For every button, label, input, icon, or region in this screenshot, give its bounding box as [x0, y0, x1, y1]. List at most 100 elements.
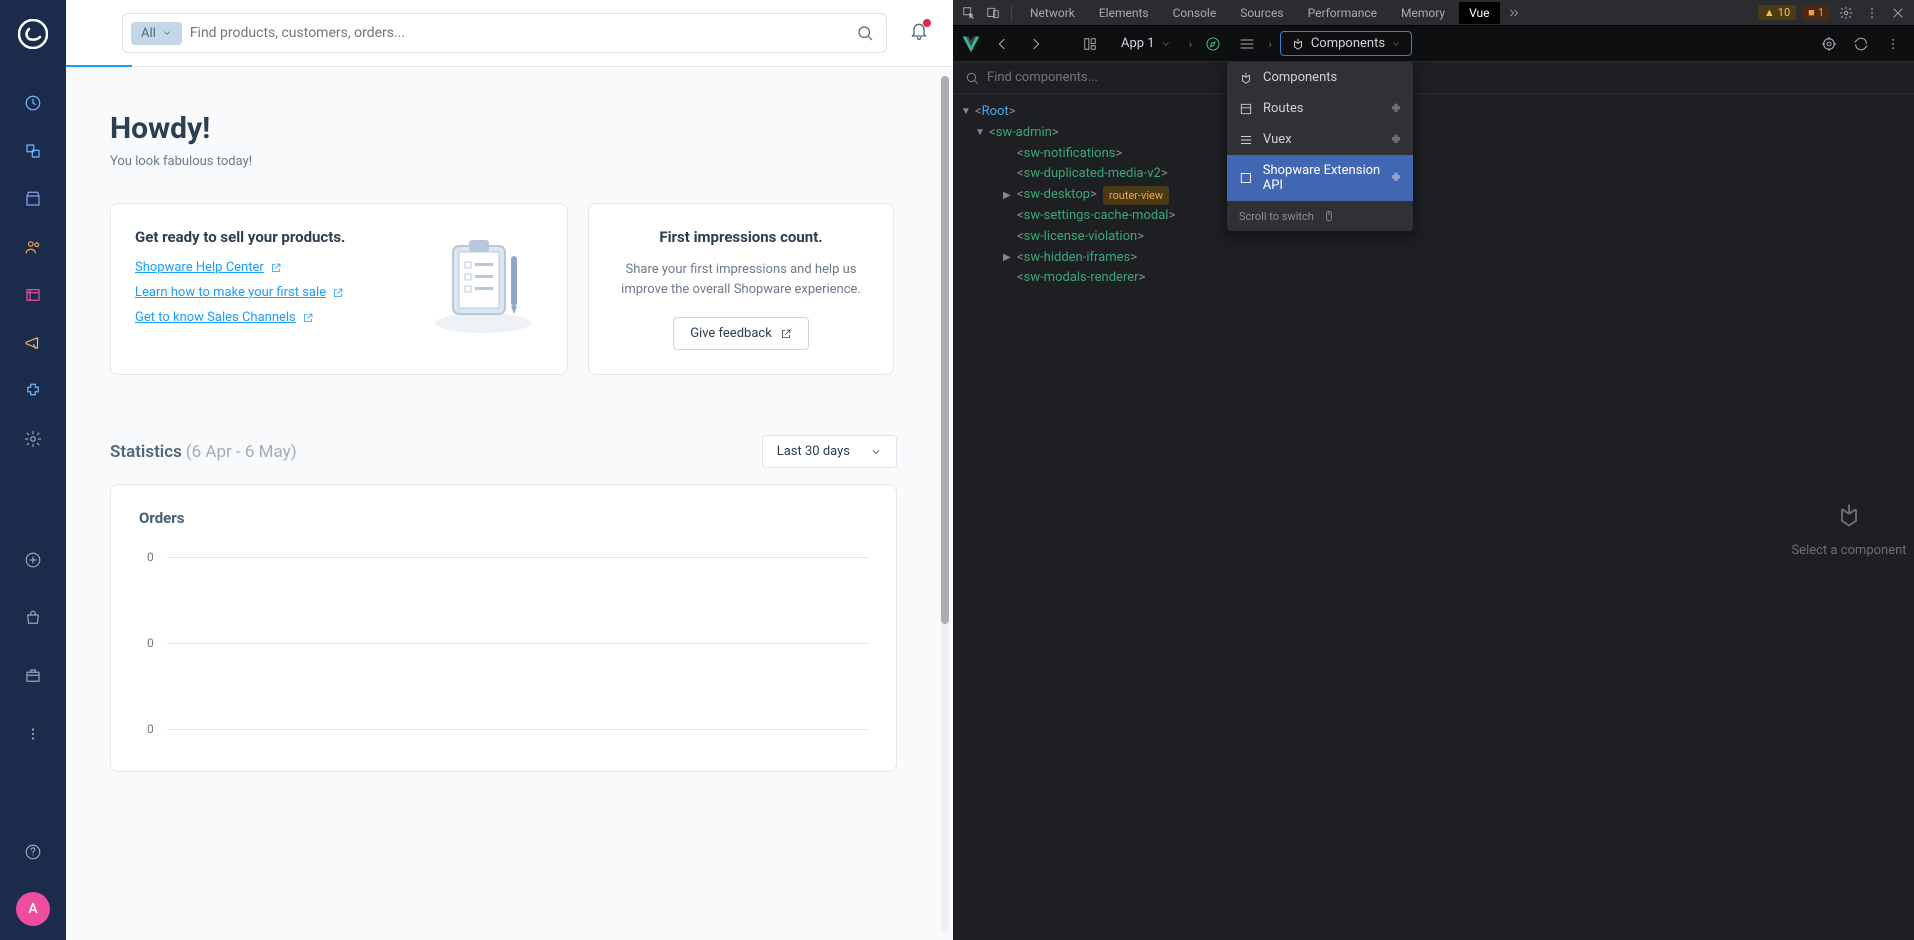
gridline: [167, 729, 868, 730]
search-bar: All: [122, 13, 887, 53]
tree-node[interactable]: <sw-license-violation>: [957, 227, 1910, 248]
topbar: All: [66, 0, 953, 67]
components-icon: [1291, 37, 1305, 51]
external-link-icon: [332, 287, 344, 299]
inspect-element-icon[interactable]: [959, 6, 979, 20]
y-tick: 0: [147, 636, 154, 650]
tree-node[interactable]: ▶<sw-desktop>router-view: [957, 185, 1910, 206]
more-tabs-icon[interactable]: [1504, 7, 1524, 19]
search-input[interactable]: [190, 25, 848, 41]
link-sales-channels[interactable]: Get to know Sales Channels: [135, 310, 403, 325]
sidebar-item-sales[interactable]: [15, 658, 51, 694]
inspector-selector[interactable]: Components: [1280, 31, 1412, 56]
dropdown-item-routes[interactable]: Routes: [1227, 93, 1413, 124]
sidebar-item-help[interactable]: [15, 834, 51, 870]
device-toggle-icon[interactable]: [983, 6, 1003, 20]
warnings-badge[interactable]: ▲ 10: [1758, 5, 1796, 20]
link-label: Learn how to make your first sale: [135, 285, 326, 300]
admin-sidebar: A: [0, 0, 66, 940]
dropdown-item-components[interactable]: Components: [1227, 62, 1413, 93]
devtools-tabs: Network Elements Console Sources Perform…: [953, 0, 1914, 26]
node-name: sw-admin: [996, 123, 1052, 144]
footer-label: Scroll to switch: [1239, 210, 1314, 223]
tree-node[interactable]: <sw-modals-renderer>: [957, 268, 1910, 289]
sidebar-nav: [15, 85, 51, 457]
search-icon[interactable]: [856, 24, 874, 42]
more-icon[interactable]: [1862, 6, 1882, 20]
app-selector[interactable]: App 1: [1111, 32, 1181, 55]
sidebar-item-catalogues[interactable]: [15, 133, 51, 169]
notification-badge: [923, 19, 931, 27]
sidebar-bottom: A: [15, 542, 51, 926]
admin-main: All Howdy! You look fabulous today! Get …: [66, 0, 953, 940]
sidebar-item-add[interactable]: [15, 542, 51, 578]
tab-console[interactable]: Console: [1163, 2, 1227, 24]
gridline: [167, 557, 868, 558]
link-first-sale[interactable]: Learn how to make your first sale: [135, 285, 403, 300]
dropdown-item-shopware-api[interactable]: Shopware Extension API: [1227, 155, 1413, 201]
close-icon[interactable]: [1888, 6, 1908, 20]
sidebar-item-more[interactable]: [15, 716, 51, 752]
sidebar-item-extensions[interactable]: [15, 373, 51, 409]
breadcrumb-chevron: ›: [1189, 37, 1193, 51]
issues-badge[interactable]: ■ 1: [1802, 5, 1830, 20]
tree-node-admin[interactable]: ▼<sw-admin>: [957, 123, 1910, 144]
external-link-icon: [270, 262, 282, 274]
app-selector-icon[interactable]: [1077, 31, 1103, 57]
inspector-compass-icon[interactable]: [1200, 31, 1226, 57]
give-feedback-button[interactable]: Give feedback: [673, 317, 809, 350]
tab-memory[interactable]: Memory: [1391, 2, 1455, 24]
forward-button[interactable]: [1023, 31, 1049, 57]
link-help-center[interactable]: Shopware Help Center: [135, 260, 403, 275]
tree-node-root[interactable]: ▼<Root>: [957, 102, 1910, 123]
settings-icon[interactable]: [1836, 6, 1856, 20]
scrollbar-thumb[interactable]: [941, 76, 949, 624]
button-label: Give feedback: [690, 326, 772, 341]
tree-node[interactable]: <sw-duplicated-media-v2>: [957, 164, 1910, 185]
components-icon: [1239, 71, 1253, 85]
link-label: Shopware Help Center: [135, 260, 264, 275]
tree-node[interactable]: ▶<sw-hidden-iframes>: [957, 248, 1910, 269]
tree-node[interactable]: <sw-notifications>: [957, 144, 1910, 165]
tab-vue[interactable]: Vue: [1459, 2, 1499, 24]
tab-sources[interactable]: Sources: [1230, 2, 1293, 24]
item-label: Components: [1263, 70, 1337, 85]
y-tick: 0: [147, 550, 154, 564]
sidebar-item-shop[interactable]: [15, 600, 51, 636]
component-search-input[interactable]: [987, 70, 1902, 85]
back-button[interactable]: [989, 31, 1015, 57]
chevron-down-icon: [870, 446, 882, 458]
sidebar-item-marketing[interactable]: [15, 325, 51, 361]
tab-elements[interactable]: Elements: [1089, 2, 1159, 24]
search-icon: [965, 71, 979, 85]
sidebar-item-dashboard[interactable]: [15, 85, 51, 121]
card-get-ready: Get ready to sell your products. Shopwar…: [110, 203, 568, 375]
user-avatar[interactable]: A: [16, 892, 50, 926]
sidebar-item-content[interactable]: [15, 277, 51, 313]
tab-performance[interactable]: Performance: [1298, 2, 1387, 24]
sidebar-item-settings[interactable]: [15, 421, 51, 457]
search-filter-dropdown[interactable]: All: [131, 22, 182, 45]
dropdown-item-vuex[interactable]: Vuex: [1227, 124, 1413, 155]
external-link-icon: [302, 312, 314, 324]
component-tree: ▼<Root> ▼<sw-admin> <sw-notifications><s…: [953, 94, 1914, 297]
content-scrollbar[interactable]: [941, 76, 949, 932]
tree-node[interactable]: <sw-settings-cache-modal>: [957, 206, 1910, 227]
stats-title: Statistics: [110, 442, 182, 462]
card-text: Share your first impressions and help us…: [613, 260, 869, 299]
divider: [1011, 5, 1012, 21]
tab-network[interactable]: Network: [1020, 2, 1085, 24]
warnings-count: 10: [1778, 6, 1790, 19]
refresh-icon[interactable]: [1848, 31, 1874, 57]
dashboard-cards: Get ready to sell your products. Shopwar…: [110, 203, 897, 375]
sidebar-item-orders[interactable]: [15, 181, 51, 217]
sidebar-item-customers[interactable]: [15, 229, 51, 265]
target-icon[interactable]: [1816, 31, 1842, 57]
devtools-panel: Network Elements Console Sources Perform…: [953, 0, 1914, 940]
notifications-button[interactable]: [909, 21, 929, 45]
logo[interactable]: [0, 0, 66, 67]
period-select[interactable]: Last 30 days: [762, 435, 897, 468]
vuex-icon: [1239, 133, 1253, 147]
timeline-icon[interactable]: [1234, 31, 1260, 57]
kebab-icon[interactable]: [1880, 31, 1906, 57]
